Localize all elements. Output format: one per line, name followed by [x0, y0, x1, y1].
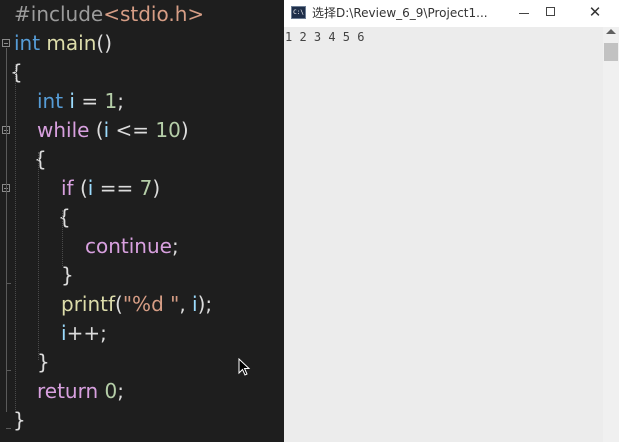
console-window[interactable]: C:\ 选择D:\Review_6_9\Project1... ✕ 1 2 3 … — [284, 0, 619, 442]
minimize-button[interactable] — [509, 0, 539, 27]
close-icon: ✕ — [588, 3, 602, 21]
code-token: main — [40, 31, 97, 55]
fold-guide-end[interactable] — [6, 428, 11, 429]
code-token: <= — [109, 118, 156, 142]
indent-guide — [15, 64, 16, 410]
fold-guide-line[interactable] — [6, 48, 7, 412]
code-token: } — [13, 408, 26, 432]
code-token: { — [58, 205, 71, 229]
code-line: i++; — [0, 319, 284, 348]
code-token: ) — [152, 176, 161, 200]
code-line: } — [0, 261, 284, 290]
code-line: if (i == 7) — [0, 174, 284, 203]
code-token: int — [14, 31, 41, 55]
code-line: printf("%d ", i); — [0, 290, 284, 319]
code-token: while — [37, 118, 90, 142]
code-token: return — [37, 379, 99, 403]
fold-guide-end[interactable] — [6, 370, 11, 371]
code-line: while (i <= 10) — [0, 116, 284, 145]
maximize-button[interactable] — [536, 0, 566, 27]
code-token: "%d " — [122, 292, 180, 316]
console-title: 选择D:\Review_6_9\Project1... — [312, 6, 488, 20]
code-token: == — [93, 176, 140, 200]
code-token: i — [63, 89, 75, 113]
code-line: { — [0, 58, 284, 87]
code-line: #include<stdio.h> — [0, 0, 284, 29]
code-token: { — [10, 60, 23, 84]
mouse-pointer-icon — [238, 358, 251, 376]
code-token: } — [61, 263, 74, 287]
code-token: ; — [117, 379, 124, 403]
console-scrollbar[interactable] — [603, 27, 619, 442]
code-line: { — [0, 203, 284, 232]
maximize-icon — [546, 7, 555, 16]
console-output-text: 1 2 3 4 5 6 — [285, 30, 365, 44]
scrollbar-thumb[interactable] — [604, 43, 618, 61]
code-token: <stdio.h> — [103, 2, 205, 26]
code-token: 7 — [139, 176, 153, 200]
code-token: 0 — [104, 379, 118, 403]
code-token: ( — [73, 176, 88, 200]
code-token: printf — [61, 292, 116, 316]
code-token: ); — [197, 292, 213, 316]
indent-guide — [38, 152, 39, 360]
code-token: ++; — [66, 321, 107, 345]
fold-toggle-icon[interactable] — [2, 39, 10, 47]
fold-guide-end[interactable] — [6, 283, 11, 284]
code-line: continue; — [0, 232, 284, 261]
code-token: , — [179, 292, 193, 316]
code-line: } — [0, 406, 284, 435]
code-token: if — [61, 176, 74, 200]
code-line: { — [0, 145, 284, 174]
code-token: int — [37, 89, 64, 113]
scroll-up-arrow-icon[interactable] — [606, 29, 616, 34]
code-token: { — [34, 147, 47, 171]
code-token: ( — [89, 118, 104, 142]
code-token: 10 — [155, 118, 181, 142]
code-token: ) — [180, 118, 189, 142]
code-line: return 0; — [0, 377, 284, 406]
code-line: int main() — [0, 29, 284, 58]
console-output-area[interactable]: 1 2 3 4 5 6 — [284, 27, 603, 442]
code-token: 1 — [104, 89, 118, 113]
code-token: ; — [171, 234, 179, 258]
code-token: ( — [115, 292, 123, 316]
code-token: continue — [85, 234, 172, 258]
code-token: ; — [117, 89, 124, 113]
console-app-icon: C:\ — [291, 6, 306, 19]
code-line: int i = 1; — [0, 87, 284, 116]
console-titlebar[interactable]: C:\ 选择D:\Review_6_9\Project1... ✕ — [284, 0, 619, 27]
minimize-icon — [519, 13, 529, 14]
indent-guide — [62, 210, 63, 266]
code-token: #include — [14, 2, 104, 26]
code-token: = — [75, 89, 105, 113]
code-token: () — [96, 31, 113, 55]
close-button[interactable]: ✕ — [580, 0, 610, 27]
